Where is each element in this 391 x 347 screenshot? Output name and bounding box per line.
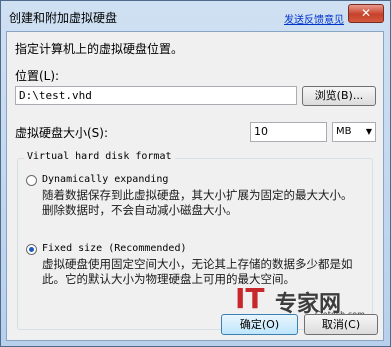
dynamic-option-description: 随着数据保存到此虚拟硬盘，其大小扩展为固定的最大大小。删除数据时，不会自动减小磁…: [42, 188, 353, 217]
close-button[interactable]: ✕: [348, 4, 384, 23]
dialog-window: 创建和附加虚拟硬盘 发送反馈意见 ✕ 指定计算机上的虚拟硬盘位置。 位置(L):…: [0, 0, 391, 347]
cancel-button[interactable]: 取消(C): [304, 314, 378, 335]
dynamic-option-label[interactable]: Dynamically expanding: [42, 174, 168, 185]
fixed-size-radio[interactable]: [26, 244, 37, 255]
feedback-link[interactable]: 发送反馈意见: [284, 11, 344, 26]
ok-button[interactable]: 确定(O): [221, 314, 298, 335]
watermark-it: IT: [235, 282, 265, 315]
location-input[interactable]: D:\test.vhd: [15, 86, 297, 105]
size-unit-value: MB: [336, 126, 352, 137]
dialog-title: 创建和附加虚拟硬盘: [9, 11, 118, 25]
fixed-option-label[interactable]: Fixed size (Recommended): [42, 243, 187, 254]
dialog-body: 指定计算机上的虚拟硬盘位置。 位置(L): D:\test.vhd 浏览(B).…: [6, 31, 384, 341]
size-unit-select[interactable]: MB ▼: [332, 122, 376, 142]
instruction-text: 指定计算机上的虚拟硬盘位置。: [15, 42, 184, 56]
title-bar: 创建和附加虚拟硬盘 发送反馈意见 ✕: [1, 1, 390, 31]
location-label: 位置(L):: [15, 69, 60, 83]
chevron-down-icon: ▼: [365, 127, 372, 136]
format-group-title: Virtual hard disk format: [24, 151, 175, 162]
close-icon: ✕: [360, 6, 372, 20]
dynamic-radio[interactable]: [26, 175, 37, 186]
size-input[interactable]: 10: [250, 122, 327, 142]
browse-button[interactable]: 浏览(B)...: [302, 86, 376, 106]
size-label: 虚拟硬盘大小(S):: [15, 126, 109, 140]
